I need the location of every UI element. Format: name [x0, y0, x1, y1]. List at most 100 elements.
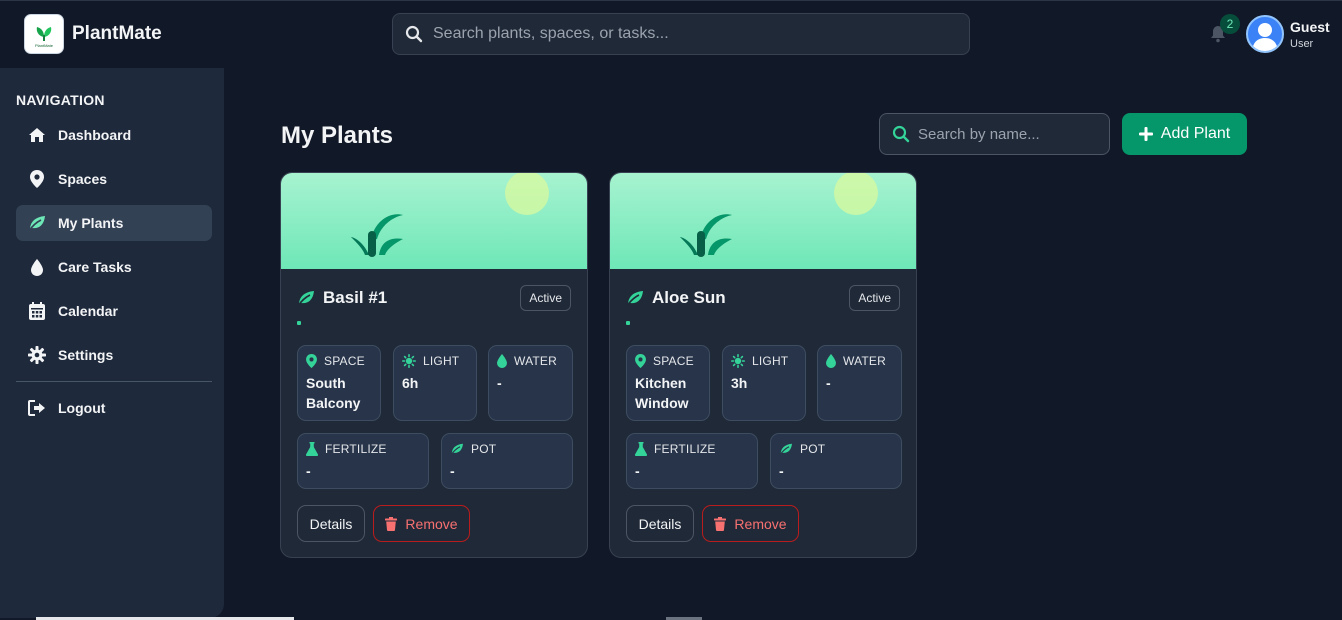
trash-icon: [385, 516, 398, 531]
trash-icon: [714, 516, 727, 531]
light-value: 3h: [731, 375, 748, 391]
leaf-icon: [450, 443, 463, 455]
search-icon: [892, 125, 910, 143]
plant-search-input[interactable]: Search by name...: [879, 113, 1110, 155]
pot-value: -: [779, 463, 784, 479]
flask-icon: [306, 442, 318, 456]
sidebar-item-label: Calendar: [58, 303, 118, 319]
space-info: SPACE South Balcony: [297, 345, 381, 421]
pot-info: POT -: [441, 433, 573, 489]
plant-sprout-icon: [680, 214, 732, 257]
add-plant-button[interactable]: Add Plant: [1122, 113, 1247, 155]
sidebar-item-label: My Plants: [58, 215, 124, 231]
sidebar-item-label: Logout: [58, 400, 106, 416]
sidebar-item-label: Settings: [58, 347, 114, 363]
space-value-line2: Window: [635, 395, 689, 411]
pot-label: POT: [800, 442, 826, 456]
page-title: My Plants: [281, 122, 394, 149]
user-role: User: [1290, 38, 1314, 50]
space-label: SPACE: [653, 354, 694, 368]
app-logo[interactable]: PlantMate: [24, 14, 64, 54]
plus-icon: [1138, 127, 1153, 141]
user-name: Guest: [1290, 19, 1330, 35]
plant-name-row: Basil #1: [297, 288, 387, 308]
plant-name: Basil #1: [323, 288, 388, 307]
plant-name: Aloe Sun: [652, 288, 726, 307]
leaf-icon: [779, 443, 792, 455]
home-icon: [28, 126, 46, 144]
sidebar: NAVIGATION Dashboard Spaces My Plants Ca…: [0, 68, 224, 618]
light-label: LIGHT: [423, 354, 460, 368]
sidebar-item-logout[interactable]: Logout: [16, 390, 212, 426]
pot-label: POT: [471, 442, 497, 456]
user-icon: [1252, 23, 1278, 51]
remove-button[interactable]: Remove: [373, 505, 470, 542]
water-drop-icon: [28, 258, 46, 276]
logout-icon: [28, 399, 46, 417]
logo-text: PlantMate: [35, 43, 54, 48]
space-value-line1: Kitchen: [635, 375, 687, 391]
sidebar-item-dashboard[interactable]: Dashboard: [16, 117, 212, 153]
water-drop-icon: [497, 354, 507, 368]
sidebar-item-label: Dashboard: [58, 127, 132, 143]
map-pin-icon: [635, 354, 646, 368]
leaf-icon: [626, 291, 643, 306]
details-button[interactable]: Details: [297, 505, 365, 542]
remove-button[interactable]: Remove: [702, 505, 799, 542]
notifications-badge: 2: [1220, 14, 1240, 34]
plant-search-placeholder: Search by name...: [918, 125, 1040, 143]
sidebar-item-settings[interactable]: Settings: [16, 337, 212, 373]
light-info: LIGHT 3h: [722, 345, 806, 421]
leaf-icon: [28, 214, 46, 232]
add-plant-label: Add Plant: [1160, 125, 1231, 142]
pot-info: POT -: [770, 433, 902, 489]
water-label: WATER: [514, 354, 557, 368]
fertilize-value: -: [306, 463, 311, 479]
sidebar-item-care-tasks[interactable]: Care Tasks: [16, 249, 212, 285]
water-info: WATER -: [817, 345, 902, 421]
fertilize-info: FERTILIZE -: [297, 433, 429, 489]
sun-decoration: [834, 173, 878, 215]
search-icon: [405, 25, 423, 43]
global-search-input[interactable]: Search plants, spaces, or tasks...: [392, 13, 970, 55]
sidebar-item-spaces[interactable]: Spaces: [16, 161, 212, 197]
water-info: WATER -: [488, 345, 573, 421]
status-badge: Active: [520, 285, 571, 311]
remove-label: Remove: [734, 515, 787, 532]
status-badge: Active: [849, 285, 900, 311]
sun-icon: [402, 354, 416, 368]
space-info: SPACE Kitchen Window: [626, 345, 710, 421]
light-value: 6h: [402, 375, 419, 391]
fertilize-label: FERTILIZE: [325, 442, 387, 456]
sidebar-item-label: Care Tasks: [58, 259, 132, 275]
water-value: -: [826, 375, 831, 391]
map-pin-icon: [306, 354, 317, 368]
plant-card-hero: [281, 173, 587, 269]
fertilize-label: FERTILIZE: [654, 442, 716, 456]
brand-name: PlantMate: [72, 23, 162, 44]
fertilize-value: -: [635, 463, 640, 479]
sun-decoration: [505, 173, 549, 215]
top-bar: PlantMate PlantMate Search plants, space…: [0, 0, 1342, 68]
map-pin-icon: [28, 170, 46, 188]
sidebar-item-calendar[interactable]: Calendar: [16, 293, 212, 329]
sun-icon: [731, 354, 745, 368]
sidebar-item-label: Spaces: [58, 171, 108, 187]
pot-value: -: [450, 463, 455, 479]
flask-icon: [635, 442, 647, 456]
plant-subtitle-dot: [626, 321, 630, 325]
nav-heading: NAVIGATION: [16, 92, 105, 108]
plant-subtitle-dot: [297, 321, 301, 325]
plant-card-hero: [610, 173, 916, 269]
light-label: LIGHT: [752, 354, 789, 368]
details-button[interactable]: Details: [626, 505, 694, 542]
fertilize-info: FERTILIZE -: [626, 433, 758, 489]
calendar-icon: [28, 302, 46, 320]
water-drop-icon: [826, 354, 836, 368]
space-label: SPACE: [324, 354, 365, 368]
plant-sprout-icon: [351, 214, 403, 257]
sidebar-item-my-plants[interactable]: My Plants: [16, 205, 212, 241]
logo-leaf-icon: PlantMate: [35, 27, 54, 48]
avatar[interactable]: [1246, 15, 1284, 53]
water-label: WATER: [843, 354, 886, 368]
